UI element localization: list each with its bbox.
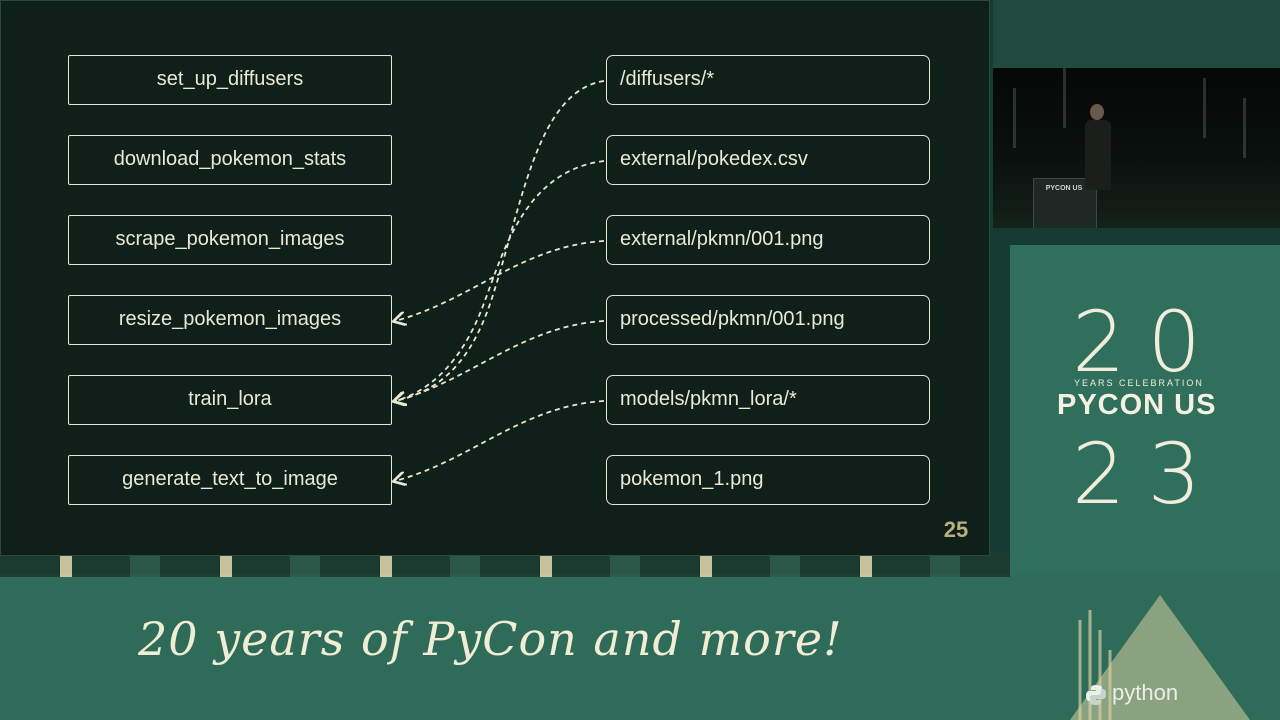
arrow-diffusers-to-train: [395, 80, 605, 401]
dependency-arrows: [1, 80, 605, 557]
stage-light: [1013, 88, 1016, 148]
stage-light: [1063, 68, 1066, 128]
speaker-body: [1085, 120, 1111, 190]
presentation-slide: set_up_diffusers download_pokemon_stats …: [0, 0, 990, 556]
sponsor-label: python: [1112, 680, 1179, 705]
stage-light: [1203, 78, 1206, 138]
slide-number: 25: [943, 517, 969, 542]
year-top: 20: [1072, 293, 1223, 391]
year-bottom: 23: [1072, 425, 1223, 523]
arrow-lora-to-generate: [395, 400, 605, 481]
stage-decor-strip: [0, 555, 1010, 577]
camera-frame-top: [993, 0, 1280, 68]
event-tagline: 20 years of PyCon and more!: [138, 612, 843, 666]
arrow-external-images-to-resize: [395, 240, 605, 321]
speaker-head: [1090, 104, 1104, 120]
speaker-camera-feed: PYCON US: [993, 68, 1280, 228]
arrow-pokedex-to-train: [395, 160, 605, 401]
event-name: PYCON US: [1057, 389, 1217, 421]
stage-light: [1243, 98, 1246, 158]
python-logo-icon: [1086, 685, 1106, 705]
year-subtitle: YEARS CELEBRATION: [1074, 378, 1204, 388]
